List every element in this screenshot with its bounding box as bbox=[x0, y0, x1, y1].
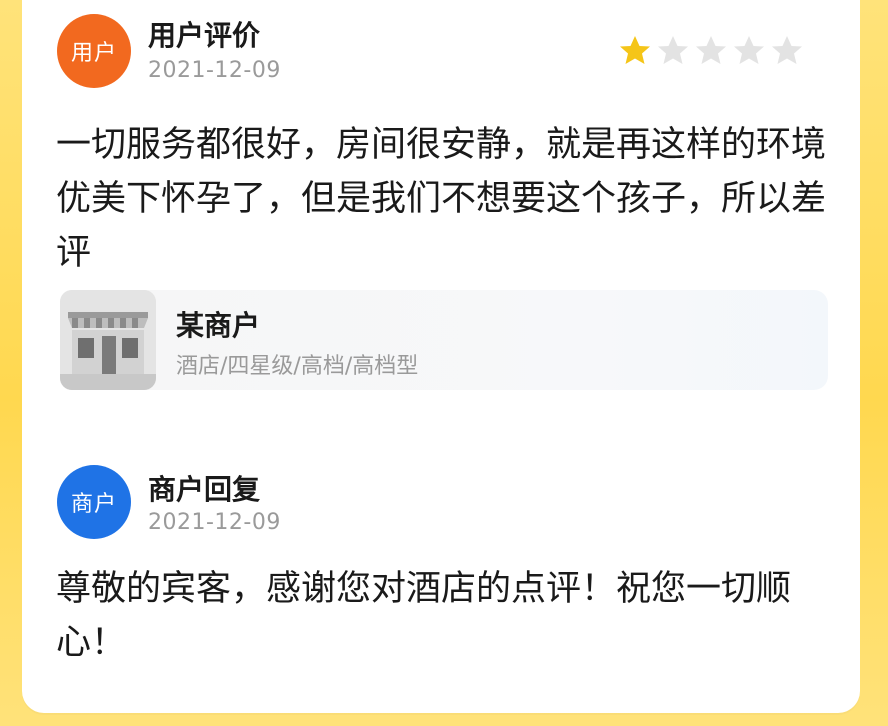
reply-date: 2021-12-09 bbox=[148, 510, 281, 535]
star-empty-icon bbox=[734, 36, 764, 64]
user-avatar-label: 用户 bbox=[70, 41, 117, 66]
reply-text: 尊敬的宾客，感谢您对酒店的点评！祝您一切顺心！ bbox=[56, 569, 792, 663]
storefront-icon bbox=[60, 290, 156, 390]
shop-name: 某商户 bbox=[176, 309, 261, 342]
review-card: 用户 用户评价 2021-12-09 一切服务都很好，房间很安静，就是再这样的环… bbox=[22, 0, 860, 713]
review-date: 2021-12-09 bbox=[148, 58, 281, 83]
reply-author: 商户回复 bbox=[148, 473, 261, 506]
star-empty-icon bbox=[772, 36, 802, 64]
star-empty-icon bbox=[658, 36, 688, 64]
merchant-avatar[interactable]: 商户 bbox=[57, 465, 131, 539]
star-empty-icon bbox=[696, 36, 726, 64]
shop-card[interactable]: 某商户 酒店/四星级/高档/高档型 bbox=[60, 290, 828, 390]
rating-stars bbox=[618, 34, 804, 68]
review-author: 用户评价 bbox=[148, 19, 261, 52]
star-filled-icon bbox=[620, 36, 650, 64]
user-avatar[interactable]: 用户 bbox=[57, 14, 131, 88]
merchant-avatar-label: 商户 bbox=[70, 492, 117, 517]
shop-category: 酒店/四星级/高档/高档型 bbox=[176, 354, 419, 379]
review-text: 一切服务都很好，房间很安静，就是再这样的环境优美下怀孕了，但是我们不想要这个孩子… bbox=[56, 125, 827, 273]
